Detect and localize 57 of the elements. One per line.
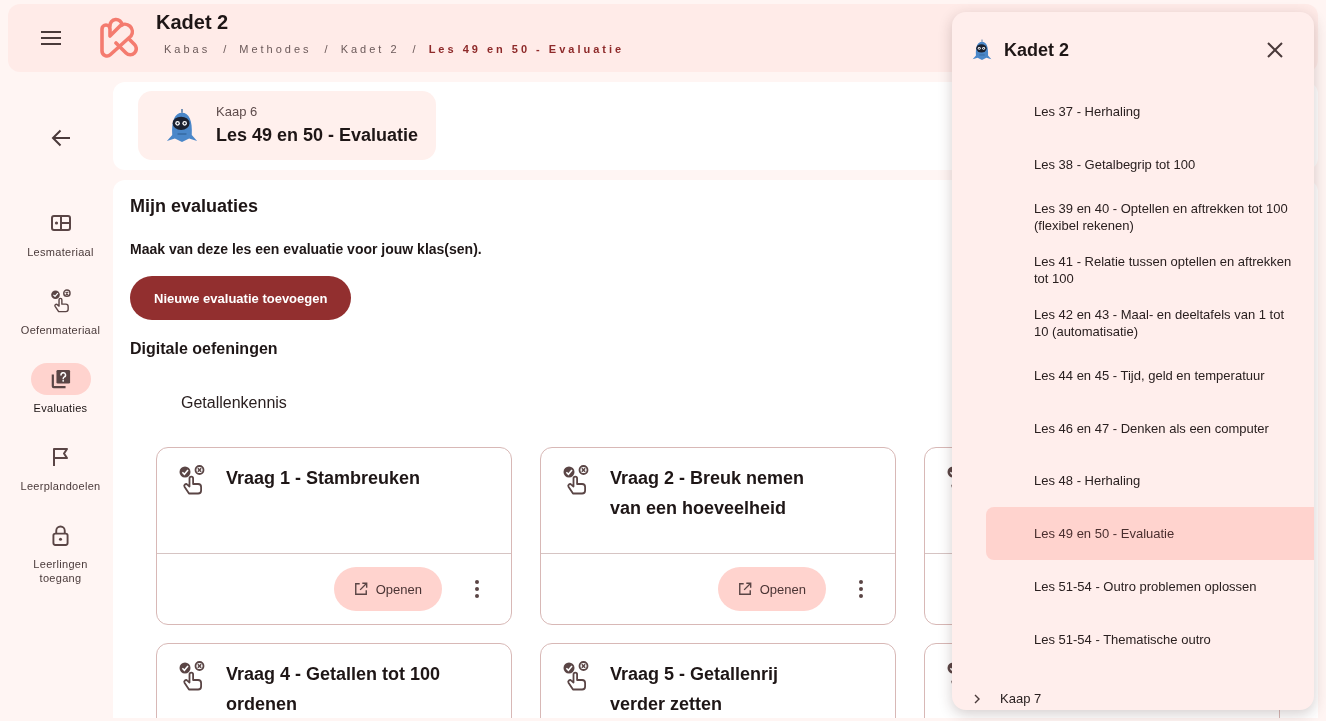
- open-button[interactable]: Openen: [717, 567, 826, 611]
- lesson-item[interactable]: Les 37 - Herhaling: [986, 85, 1314, 138]
- back-arrow-icon[interactable]: [50, 129, 71, 147]
- more-icon[interactable]: [475, 580, 479, 598]
- description-text: Maak van deze les een evaluatie voor jouw klas(sen).: [130, 240, 482, 258]
- external-link-icon: [353, 582, 368, 596]
- group-title: Getallenkennis: [181, 393, 287, 413]
- lesson-item[interactable]: Les 42 en 43 - Maal- en deeltafels van 1 tot 10 (automatisatie): [986, 296, 1314, 349]
- breadcrumb-link[interactable]: Kabas: [164, 42, 211, 56]
- subsection-title: Digitale oefeningen: [130, 339, 278, 359]
- hand-check-cross-icon: [49, 289, 72, 313]
- add-evaluation-button[interactable]: Nieuwe evaluatie toevoegen: [130, 276, 352, 320]
- question-stack-icon: [50, 369, 71, 389]
- hand-check-cross-icon: [178, 661, 206, 691]
- lesson-item[interactable]: Les 39 en 40 - Optellen en aftrekken tot 100 (flexibel rekenen): [986, 190, 1314, 244]
- external-link-icon: [737, 582, 752, 596]
- lesson-item[interactable]: Les 49 en 50 - Evaluatie: [986, 507, 1314, 561]
- card-title: Vraag 2 - Breuk nemen van een hoeveelheid: [610, 467, 806, 520]
- lesson-title: Les 49 en 50 - Evaluatie: [216, 124, 419, 147]
- breadcrumb-separator: /: [223, 42, 230, 56]
- chapter-item[interactable]: Kaap 7: [952, 689, 1042, 708]
- nav-item[interactable]: Oefenmateriaal: [12, 285, 109, 337]
- robot-icon: [166, 107, 198, 144]
- layout-icon: [50, 213, 71, 233]
- section-title: Mijn evaluaties: [130, 195, 259, 218]
- nav-item[interactable]: Lesmateriaal: [12, 207, 109, 259]
- flag-icon: [51, 447, 70, 467]
- open-button[interactable]: Openen: [333, 567, 442, 611]
- breadcrumb-link[interactable]: Kadet 2: [340, 42, 400, 56]
- lock-icon: [52, 524, 69, 546]
- lesson-item[interactable]: Les 51-54 - Thematische outro: [986, 612, 1314, 666]
- card-title: Vraag 4 - Getallen tot 100 ordenen: [226, 663, 442, 716]
- lesson-item[interactable]: Les 46 en 47 - Denken als een computer: [986, 401, 1314, 455]
- drawer-title: Kadet 2: [1004, 39, 1070, 61]
- hand-check-cross-icon: [178, 465, 206, 495]
- nav-item[interactable]: Evaluaties: [12, 363, 109, 415]
- breadcrumb-current: Les 49 en 50 - Evaluatie: [428, 42, 625, 56]
- app-title: Kadet 2: [156, 10, 230, 34]
- lesson-item[interactable]: Les 41 - Relatie tussen optellen en aftrekken tot 100: [986, 243, 1314, 297]
- breadcrumb-link[interactable]: Methodes: [239, 42, 312, 56]
- close-icon[interactable]: [1267, 42, 1283, 58]
- card-title: Vraag 5 - Getallenrij verder zetten: [610, 663, 780, 716]
- card-title: Vraag 1 - Stambreuken: [226, 467, 422, 490]
- hand-check-cross-icon: [562, 661, 590, 691]
- nav-item[interactable]: Leerplandoelen: [12, 441, 109, 493]
- breadcrumb-separator: /: [412, 42, 419, 56]
- nav-item[interactable]: Leerlingen toegang: [12, 519, 109, 585]
- chapter-label: Kaap 6: [216, 104, 259, 120]
- more-icon[interactable]: [859, 580, 863, 598]
- lesson-item[interactable]: Les 44 en 45 - Tijd, geld en temperatuur: [986, 349, 1314, 402]
- menu-icon[interactable]: [41, 31, 61, 45]
- breadcrumb-separator: /: [324, 42, 331, 56]
- hand-check-cross-icon: [562, 465, 590, 495]
- lesson-item[interactable]: Les 51-54 - Outro problemen oplossen: [986, 560, 1314, 613]
- lesson-item[interactable]: Les 48 - Herhaling: [986, 454, 1314, 508]
- robot-icon: [972, 39, 992, 61]
- lesson-item[interactable]: Les 38 - Getalbegrip tot 100: [986, 137, 1314, 191]
